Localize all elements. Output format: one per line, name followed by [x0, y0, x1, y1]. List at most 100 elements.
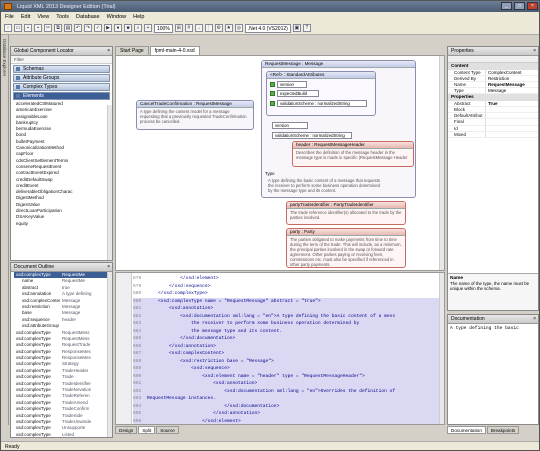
- zoom-select[interactable]: 100%: [154, 23, 173, 33]
- menu-database[interactable]: Database: [76, 14, 100, 20]
- redo-icon[interactable]: ↷: [84, 24, 92, 32]
- outline-row[interactable]: xsd:complexType Listed: [14, 432, 112, 437]
- menu-view[interactable]: View: [37, 14, 49, 20]
- maximize-button[interactable]: □: [514, 2, 525, 10]
- menu-help[interactable]: Help: [133, 14, 144, 20]
- tab-breakpoints[interactable]: Breakpoints: [486, 426, 520, 434]
- database-explorer-strip[interactable]: Database Explorer: [1, 35, 9, 425]
- design-view[interactable]: RequestMessage : Message <Ref> : Standar…: [115, 55, 445, 271]
- stop-icon[interactable]: ■: [124, 24, 132, 32]
- attr-version[interactable]: version: [277, 81, 307, 88]
- panel-close-icon[interactable]: ×: [533, 47, 536, 55]
- filter-field[interactable]: Filter: [11, 56, 112, 64]
- section-complex-types[interactable]: Complex Types: [13, 83, 110, 91]
- property-value[interactable]: Message: [485, 88, 538, 94]
- grid-icon[interactable]: #: [184, 24, 193, 32]
- find-icon[interactable]: ⌕: [134, 24, 142, 32]
- menu-tools[interactable]: Tools: [56, 14, 69, 20]
- party-node[interactable]: party : Party The parties obligated to m…: [286, 228, 406, 268]
- tab-source[interactable]: Source: [156, 426, 179, 434]
- design-scrollbar[interactable]: [439, 56, 444, 270]
- code-line[interactable]: 693 RequestMessage instances.: [133, 395, 444, 403]
- code-line[interactable]: 684 the message type and its content.: [133, 327, 444, 336]
- generate-icon[interactable]: ⚙: [214, 24, 223, 32]
- section-elements[interactable]: Elements: [13, 92, 110, 100]
- section-attribute-groups[interactable]: Attribute Groups: [13, 74, 110, 82]
- property-value[interactable]: [485, 113, 538, 119]
- property-value[interactable]: ComplexContent: [485, 69, 538, 75]
- code-line[interactable]: 683 the receiver to perform some busines…: [133, 320, 444, 328]
- mini-version[interactable]: version: [272, 122, 308, 129]
- code-line[interactable]: 679 </xsd:sequence>: [133, 283, 444, 291]
- code-line[interactable]: 696 </xsd:element>: [133, 417, 444, 424]
- code-line[interactable]: 682 <xsd:documentation xml:lang = "en">A…: [133, 312, 444, 321]
- db-icon[interactable]: ◎: [234, 24, 243, 32]
- copy-icon[interactable]: ⧉: [54, 24, 62, 32]
- code-line[interactable]: 680 </xsd:complexType>: [133, 290, 444, 298]
- panel-close-icon[interactable]: ×: [533, 315, 536, 323]
- run-icon[interactable]: ▶: [104, 24, 112, 32]
- save-all-icon[interactable]: ▪: [34, 24, 42, 32]
- tab-fpml-main[interactable]: fpml-main-4-0.xsd: [149, 46, 200, 55]
- tree-icon[interactable]: ⋮: [204, 24, 213, 32]
- debug-icon[interactable]: ●: [114, 24, 122, 32]
- property-value[interactable]: [485, 106, 538, 113]
- open-folder-icon[interactable]: ▭: [14, 24, 22, 32]
- menu-window[interactable]: Window: [107, 14, 127, 20]
- code-line[interactable]: 688 <xsd:restriction base = "Message">: [133, 357, 444, 366]
- property-value[interactable]: True: [485, 100, 538, 106]
- code-line[interactable]: 686 </xsd:annotation>: [133, 342, 444, 351]
- tab-start-page[interactable]: Start Page: [115, 46, 149, 55]
- menu-file[interactable]: File: [5, 14, 14, 20]
- code-line[interactable]: 687 <xsd:complexContent>: [133, 350, 444, 358]
- code-line[interactable]: 685 </xsd:documentation>: [133, 335, 444, 343]
- paste-icon[interactable]: ▤: [64, 24, 72, 32]
- property-value[interactable]: Restriction: [485, 75, 538, 81]
- panel-close-icon[interactable]: ×: [107, 263, 110, 271]
- header-element-node[interactable]: header : RequestMessageHeader Describes …: [292, 141, 414, 167]
- property-value[interactable]: [485, 119, 538, 125]
- framework-select[interactable]: .Net 4.0 (VS2012): [244, 23, 291, 33]
- save-icon[interactable]: ▪: [24, 24, 32, 32]
- code-line[interactable]: 680 <xsd:complexType name = "RequestMess…: [133, 297, 444, 306]
- panel-close-icon[interactable]: ×: [107, 47, 110, 55]
- attr-validation-scheme[interactable]: validationScheme : normalizedString: [277, 100, 367, 107]
- tab-documentation[interactable]: Documentation: [447, 426, 486, 434]
- outline-scrollbar[interactable]: [107, 272, 112, 437]
- code-line[interactable]: 689 <xsd:sequence>: [133, 365, 444, 373]
- cancel-trade-confirmation-node[interactable]: CancelTradeConfirmation : RequestMessage…: [136, 100, 254, 130]
- zoom-icon[interactable]: +: [144, 24, 152, 32]
- code-line[interactable]: 694 </xsd:documentation>: [133, 402, 444, 411]
- property-value[interactable]: [485, 131, 538, 137]
- wizard-icon[interactable]: ★: [224, 24, 233, 32]
- list-item[interactable]: equity: [11, 221, 112, 227]
- locator-scrollbar[interactable]: [107, 105, 112, 260]
- arrow-icon[interactable]: →: [194, 24, 203, 32]
- build-icon[interactable]: ▣: [292, 24, 301, 32]
- minimize-button[interactable]: _: [501, 2, 512, 10]
- tab-split[interactable]: Split: [138, 426, 156, 434]
- request-message-node[interactable]: RequestMessage : Message <Ref> : Standar…: [261, 60, 416, 198]
- help-icon[interactable]: ?: [302, 24, 311, 32]
- code-line[interactable]: 692 <xsd:documentation xml:lang = "en">O…: [133, 387, 444, 396]
- party-trade-identifier-node[interactable]: partyTradeIdentifier : PartyTradeIdentif…: [286, 201, 406, 225]
- code-line[interactable]: 681 <xsd:annotation>: [133, 305, 444, 313]
- code-line[interactable]: 679 </xsd:element>: [133, 275, 444, 283]
- new-file-icon[interactable]: ▫: [4, 24, 12, 32]
- close-button[interactable]: ×: [527, 2, 538, 10]
- source-view[interactable]: 679 </xsd:element> 679 </xsd:sequence> 680…: [115, 272, 445, 425]
- menu-edit[interactable]: Edit: [21, 14, 30, 20]
- property-value[interactable]: RequestMessage: [485, 81, 538, 88]
- layout-icon[interactable]: ⊞: [174, 24, 183, 32]
- mini-validation[interactable]: validationScheme : normalizedString: [272, 132, 352, 139]
- code-line[interactable]: 690 <xsd:element name = "header" type = …: [133, 372, 444, 381]
- cut-icon[interactable]: ✂: [44, 24, 52, 32]
- code-line[interactable]: 691 <xsd:annotation>: [133, 380, 444, 388]
- section-schemas[interactable]: Schemas: [13, 65, 110, 73]
- property-row[interactable]: Mixed: [448, 131, 538, 138]
- validate-icon[interactable]: ✓: [94, 24, 102, 32]
- property-value[interactable]: [485, 125, 538, 131]
- attr-expected-build[interactable]: expectedBuild: [277, 90, 319, 97]
- code-line[interactable]: 695 </xsd:annotation>: [133, 410, 444, 418]
- ref-node[interactable]: <Ref> : StandardAttributes version expec…: [266, 71, 376, 116]
